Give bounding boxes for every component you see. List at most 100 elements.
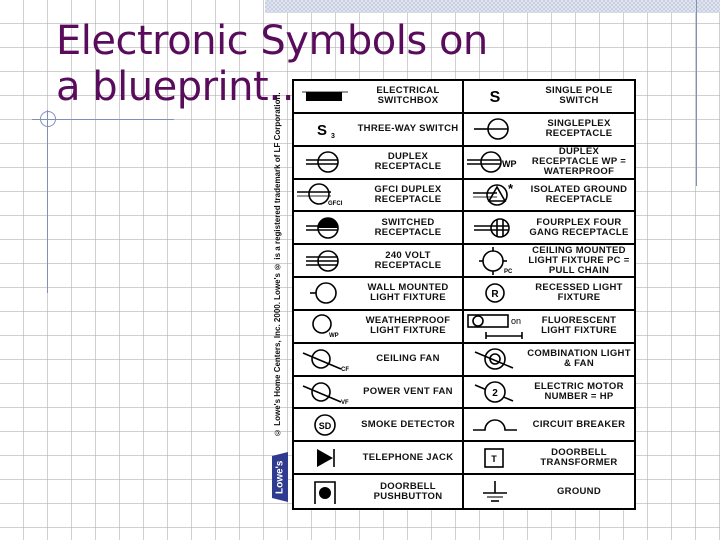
symbol-cell: WP DUPLEX RECEPTACLE WP = WATERPROOF (464, 147, 634, 180)
symbol-label: POWER VENT FAN (363, 386, 453, 398)
decorative-left-line (47, 110, 48, 293)
symbol-cell: WP WEATHERPROOF LIGHT FIXTURE (294, 310, 464, 344)
smoke-detector-icon: SD (294, 409, 356, 440)
symbol-label: GROUND (556, 485, 602, 497)
symbol-cell: ELECTRICAL SWITCHBOX (294, 81, 464, 114)
symbol-cell: DOORBELL PUSHBUTTON (294, 475, 464, 508)
switched-receptacle-icon (294, 212, 356, 243)
recessed-light-icon: R (464, 278, 526, 309)
isolated-ground-receptacle-icon: * (464, 180, 526, 211)
telephone-jack-icon (294, 442, 356, 473)
svg-text:GFCI: GFCI (328, 201, 343, 207)
symbol-cell: VF POWER VENT FAN (294, 376, 464, 410)
symbol-cell: FOURPLEX FOUR GANG RECEPTACLE (464, 212, 634, 246)
ceiling-fan-icon: CF (294, 344, 356, 375)
symbol-cell: * ISOLATED GROUND RECEPTACLE (464, 180, 634, 213)
symbol-label: SINGLEPLEX RECEPTACLE (545, 118, 613, 140)
symbol-cell: TELEPHONE JACK (294, 442, 464, 476)
three-way-switch-icon: S3 (294, 114, 356, 145)
crosshair-circle-icon (40, 111, 56, 127)
symbol-label: CEILING FAN (376, 353, 440, 365)
svg-text:S: S (490, 89, 501, 106)
svg-text:R: R (491, 289, 499, 300)
symbol-label: ELECTRICAL SWITCHBOX (376, 85, 440, 107)
ceiling-mounted-light-icon: PC (464, 245, 526, 276)
symbol-label: CIRCUIT BREAKER (532, 418, 626, 430)
symbol-label: SINGLE POLE SWITCH (545, 85, 613, 107)
symbol-label: WEATHERPROOF LIGHT FIXTURE (365, 315, 451, 337)
symbol-cell: SWITCHED RECEPTACLE (294, 212, 464, 246)
symbol-cell: 2 ELECTRIC MOTOR NUMBER = HP (464, 377, 634, 410)
svg-text:WP: WP (502, 159, 517, 169)
symbol-table: ELECTRICAL SWITCHBOX S SINGLE POLE SWITCH S… (292, 79, 636, 510)
symbol-cell: PC CEILING MOUNTED LIGHT FIXTURE PC = PUL… (464, 245, 634, 279)
symbol-cell: DUPLEX RECEPTACLE (294, 146, 464, 180)
svg-text:PC: PC (504, 269, 513, 275)
gfci-duplex-receptacle-icon: GFCI (294, 180, 356, 211)
symbol-cell: 240 VOLT RECEPTACLE (294, 245, 464, 279)
symbol-label: ISOLATED GROUND RECEPTACLE (530, 183, 628, 205)
symbol-cell: CIRCUIT BREAKER (464, 409, 634, 443)
symbol-label: COMBINATION LIGHT & FAN (527, 348, 631, 370)
wall-mounted-light-icon (294, 278, 356, 309)
symbol-cell: S SINGLE POLE SWITCH (464, 81, 634, 114)
symbol-cell: COMBINATION LIGHT & FAN (464, 344, 634, 377)
symbol-cell: GROUND (464, 475, 634, 508)
symbol-label: DOORBELL PUSHBUTTON (373, 480, 443, 502)
symbol-label: FLUORESCENT LIGHT FIXTURE (541, 315, 617, 337)
symbol-label: 240 VOLT RECEPTACLE (374, 249, 442, 271)
symbol-label: THREE-WAY SWITCH (357, 123, 459, 135)
symbol-label: FOURPLEX FOUR GANG RECEPTACLE (529, 216, 629, 238)
svg-text:T: T (491, 454, 497, 464)
symbol-label: SWITCHED RECEPTACLE (374, 216, 442, 238)
svg-text:3: 3 (331, 133, 335, 140)
weatherproof-light-icon: WP (294, 311, 356, 342)
symbol-label: TELEPHONE JACK (362, 451, 454, 463)
copyright-notice: © Lowe's Home Centers, Inc. 2000. Lowe's… (273, 92, 282, 438)
svg-text:WP: WP (329, 333, 339, 339)
electrical-switchbox-icon (294, 81, 356, 112)
combination-light-fan-icon (464, 344, 526, 375)
decorative-vertical-line (696, 0, 697, 186)
symbol-label: GFCI DUPLEX RECEPTACLE (374, 183, 442, 205)
symbol-cell: WALL MOUNTED LIGHT FIXTURE (294, 278, 464, 311)
symbol-cell: S 3 THREE-WAY SWITCH (294, 113, 464, 147)
fluorescent-light-icon: on (464, 311, 526, 342)
doorbell-transformer-icon: T (464, 442, 526, 473)
svg-text:*: * (508, 181, 514, 196)
symbol-label: RECESSED LIGHT FIXTURE (535, 282, 623, 304)
symbol-label: DOORBELL TRANSFORMER (540, 446, 618, 468)
symbol-cell: T DOORBELL TRANSFORMER (464, 442, 634, 476)
240-volt-receptacle-icon (294, 245, 356, 276)
symbol-cell: SD SMOKE DETECTOR (294, 409, 464, 443)
symbol-cell: SINGLEPLEX RECEPTACLE (464, 114, 634, 147)
electric-motor-icon: 2 (464, 377, 526, 408)
svg-text:S: S (317, 122, 327, 139)
svg-text:SD: SD (319, 421, 332, 431)
fourplex-receptacle-icon (464, 212, 526, 243)
circuit-breaker-icon (464, 409, 526, 440)
symbol-label: SMOKE DETECTOR (361, 418, 455, 430)
symbol-cell: on FLUORESCENT LIGHT FIXTURE (464, 311, 634, 344)
header-pattern-band (265, 0, 720, 13)
singleplex-receptacle-icon (464, 114, 526, 145)
symbol-label: ELECTRIC MOTOR NUMBER = HP (534, 381, 624, 403)
symbol-cell: GFCI GFCI DUPLEX RECEPTACLE (294, 179, 464, 213)
svg-text:VF: VF (341, 400, 349, 406)
symbol-cell: R RECESSED LIGHT FIXTURE (464, 278, 634, 311)
svg-text:2: 2 (492, 388, 498, 399)
ground-icon (464, 475, 526, 508)
lowes-logo: Lowe's (272, 452, 288, 502)
doorbell-pushbutton-icon (294, 475, 356, 508)
duplex-receptacle-waterproof-icon: WP (464, 147, 526, 178)
symbol-cell: CF CEILING FAN (294, 343, 464, 377)
single-pole-switch-icon: S (464, 81, 526, 112)
symbol-label: WALL MOUNTED LIGHT FIXTURE (367, 282, 449, 304)
power-vent-fan-icon: VF (294, 377, 356, 408)
duplex-receptacle-icon (294, 147, 356, 178)
svg-text:CF: CF (341, 367, 349, 373)
symbol-label: DUPLEX RECEPTACLE WP = WATERPROOF (531, 146, 627, 178)
svg-text:on: on (511, 316, 521, 326)
symbol-label: CEILING MOUNTED LIGHT FIXTURE PC = PULL … (528, 245, 630, 276)
symbol-label: DUPLEX RECEPTACLE (374, 151, 442, 173)
